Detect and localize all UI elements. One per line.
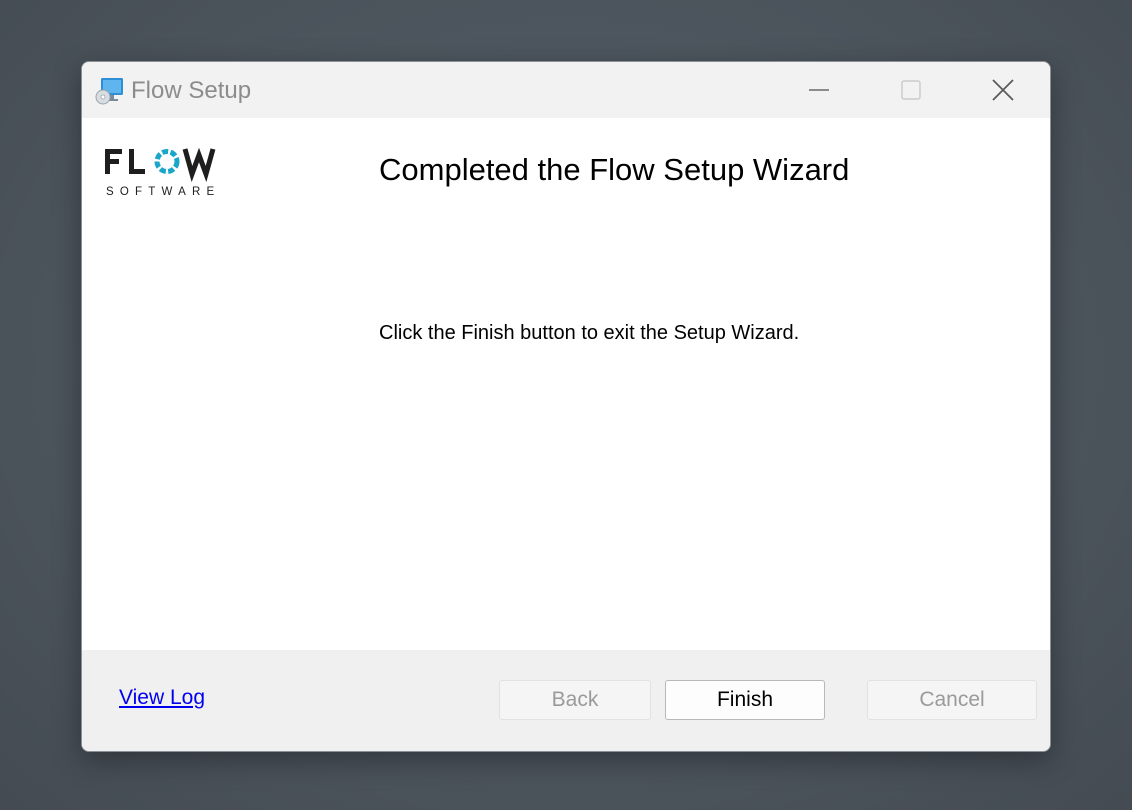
logo-subtitle: SOFTWARE: [106, 186, 220, 198]
finish-instructions: Click the Finish button to exit the Setu…: [379, 322, 800, 344]
installer-icon: [95, 78, 123, 105]
desktop-background: Flow Setup SOFTWARE Completed the Flow S…: [0, 0, 1132, 810]
flow-software-logo: SOFTWARE: [105, 147, 220, 198]
button-bar: View Log Back Finish Cancel: [82, 650, 1050, 751]
wizard-content: SOFTWARE Completed the Flow Setup Wizard…: [82, 118, 1050, 650]
minimize-button[interactable]: [773, 62, 865, 118]
title-bar[interactable]: Flow Setup: [82, 62, 1050, 118]
page-heading: Completed the Flow Setup Wizard: [379, 152, 850, 187]
finish-button[interactable]: Finish: [665, 680, 825, 720]
close-icon: [992, 79, 1014, 101]
window-title: Flow Setup: [131, 77, 252, 104]
maximize-button[interactable]: [865, 62, 957, 118]
cancel-button[interactable]: Cancel: [867, 680, 1037, 720]
maximize-icon: [901, 80, 921, 100]
setup-window: Flow Setup SOFTWARE Completed the Flow S…: [81, 61, 1051, 752]
minimize-icon: [809, 89, 829, 91]
close-button[interactable]: [957, 62, 1049, 118]
back-button[interactable]: Back: [499, 680, 651, 720]
view-log-link[interactable]: View Log: [119, 686, 205, 710]
